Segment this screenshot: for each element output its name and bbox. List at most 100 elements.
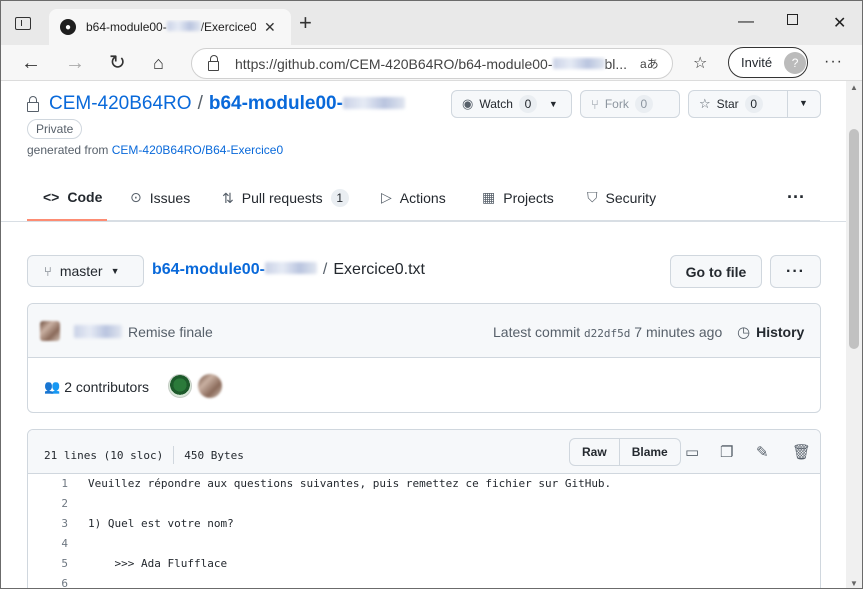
repo-title: CEM-420B64RO / b64-module00-	[27, 93, 405, 115]
pr-icon: ⇅	[222, 189, 234, 206]
commit-sha-link[interactable]: d22df5d	[584, 327, 630, 340]
tab-pull-requests[interactable]: ⇅ Pull requests 1	[222, 189, 349, 207]
tab-issues[interactable]: ⊙ Issues	[130, 189, 190, 206]
file-viewer: 21 lines (10 sloc) 450 Bytes Raw Blame ▭…	[27, 429, 821, 588]
commit-time: 7 minutes ago	[634, 324, 723, 340]
code-line: 2	[28, 494, 820, 514]
blame-button[interactable]: Blame	[620, 439, 680, 465]
line-number[interactable]: 6	[28, 574, 78, 588]
repo-owner-link[interactable]: CEM-420B64RO	[49, 93, 192, 115]
profile-avatar-icon: ?	[784, 51, 807, 74]
line-content: >>> Ada Flufflace	[88, 557, 228, 570]
fork-label: Fork	[604, 97, 629, 111]
file-info: 21 lines (10 sloc) 450 Bytes	[44, 446, 244, 464]
watch-count: 0	[518, 95, 537, 113]
home-icon[interactable]: ⌂	[153, 51, 164, 75]
star-button[interactable]: ☆ Star 0 ▼	[688, 90, 821, 118]
issue-icon: ⊙	[130, 189, 142, 205]
line-number[interactable]: 1	[28, 474, 78, 494]
desktop-icon[interactable]: ▭	[685, 443, 699, 461]
private-lock-icon	[27, 95, 39, 112]
scroll-down-icon[interactable]: ▼	[850, 579, 858, 588]
browser-window: ● b64-module00-/Exercice0 ✕ + — ✕ ← → ↻ …	[0, 0, 863, 589]
eye-icon: ◉	[462, 96, 474, 111]
page-scrollbar[interactable]: ▲ ▼	[846, 81, 862, 588]
tab-projects[interactable]: ▦ Projects	[482, 189, 554, 206]
avatar[interactable]	[40, 321, 60, 341]
template-link[interactable]: CEM-420B64RO/B64-Exercice0	[112, 143, 283, 157]
edit-pencil-icon[interactable]: ✎	[756, 443, 769, 461]
scrollbar-thumb[interactable]	[849, 129, 859, 349]
line-count: 21 lines (10 sloc)	[44, 448, 164, 462]
tab-security[interactable]: ⛉ Security	[587, 189, 656, 206]
code-line: 6	[28, 574, 820, 588]
watch-label: Watch	[479, 97, 513, 111]
copy-icon[interactable]: ❐	[720, 443, 733, 461]
latest-commit-label: Latest commit	[493, 324, 581, 340]
fork-count: 0	[634, 95, 653, 113]
latest-commit-info: Latest commit d22df5d 7 minutes ago	[493, 324, 722, 340]
watch-button[interactable]: ◉ Watch 0 ▼	[451, 90, 572, 118]
history-link[interactable]: ◷ History	[737, 323, 804, 341]
repo-nav: <> Code ⊙ Issues ⇅ Pull requests 1 ▷ Act…	[27, 181, 820, 221]
tab-security-label: Security	[605, 189, 657, 206]
latest-commit-bar: Remise finale Latest commit d22df5d 7 mi…	[28, 304, 820, 358]
favorites-icon[interactable]: ☆	[693, 53, 707, 73]
code-line: 4	[28, 534, 820, 554]
contributors-link[interactable]: 👥 2 contributors	[44, 379, 149, 395]
line-number[interactable]: 5	[28, 554, 78, 574]
tab-bar: ● b64-module00-/Exercice0 ✕ + — ✕	[1, 1, 862, 45]
maximize-icon[interactable]	[787, 14, 798, 25]
more-options-button[interactable]: ···	[770, 255, 821, 288]
repo-name-link[interactable]: b64-module00-	[209, 93, 405, 115]
commit-message[interactable]: Remise finale	[128, 324, 213, 340]
scroll-up-icon[interactable]: ▲	[850, 83, 858, 92]
line-number[interactable]: 2	[28, 494, 78, 514]
line-number[interactable]: 3	[28, 514, 78, 534]
line-content: Veuillez répondre aux questions suivante…	[88, 477, 612, 490]
branch-icon: ⑂	[44, 263, 52, 279]
tab-actions[interactable]: ▷ Actions	[381, 189, 446, 206]
branch-name: master	[59, 263, 103, 279]
tab-actions-icon[interactable]	[15, 17, 31, 30]
new-tab-icon[interactable]: +	[299, 12, 312, 34]
file-size: 450 Bytes	[184, 448, 244, 462]
history-icon: ◷	[737, 324, 751, 341]
more-tabs-icon[interactable]: ···	[787, 187, 805, 208]
breadcrumb-root-link[interactable]: b64-module00-	[152, 261, 317, 279]
browser-tab[interactable]: ● b64-module00-/Exercice0 ✕	[49, 9, 291, 45]
profile-button[interactable]: Invité ?	[728, 47, 808, 78]
tab-issues-label: Issues	[149, 189, 191, 206]
star-list-chevron-icon[interactable]: ▼	[799, 98, 808, 108]
breadcrumb: b64-module00- / Exercice0.txt	[152, 261, 425, 279]
go-to-file-button[interactable]: Go to file	[670, 255, 762, 288]
line-number[interactable]: 4	[28, 534, 78, 554]
branch-selector[interactable]: ⑂ master ▼	[27, 255, 144, 287]
read-aloud-icon[interactable]: aあ	[640, 55, 659, 72]
forward-icon[interactable]: →	[65, 51, 85, 75]
commit-author[interactable]	[74, 325, 122, 338]
contributor-avatar[interactable]	[168, 374, 192, 398]
line-content: 1) Quel est votre nom?	[88, 517, 234, 530]
lock-icon	[208, 55, 219, 71]
shield-icon: ⛉	[587, 189, 598, 205]
refresh-icon[interactable]: ↻	[109, 51, 126, 75]
table-icon: ▦	[482, 189, 496, 205]
minimize-icon[interactable]: —	[738, 13, 754, 31]
visibility-badge: Private	[27, 119, 83, 139]
tab-code[interactable]: <> Code	[43, 189, 102, 205]
contributor-avatar[interactable]	[198, 374, 222, 398]
tab-actions-label: Actions	[399, 189, 446, 206]
trash-icon[interactable]: 🗑	[792, 443, 811, 461]
nav-divider	[1, 221, 846, 222]
browser-menu-icon[interactable]: ···	[824, 53, 843, 71]
url-bar[interactable]: https://github.com/CEM-420B64RO/b64-modu…	[191, 48, 673, 79]
fork-button[interactable]: ⑂ Fork 0	[580, 90, 680, 118]
close-tab-icon[interactable]: ✕	[264, 19, 276, 36]
fork-icon: ⑂	[591, 96, 599, 112]
raw-button[interactable]: Raw	[570, 439, 620, 465]
people-icon: 👥	[44, 379, 61, 394]
close-window-icon[interactable]: ✕	[833, 13, 846, 33]
file-info-divider	[173, 446, 175, 464]
back-icon[interactable]: ←	[21, 51, 41, 75]
